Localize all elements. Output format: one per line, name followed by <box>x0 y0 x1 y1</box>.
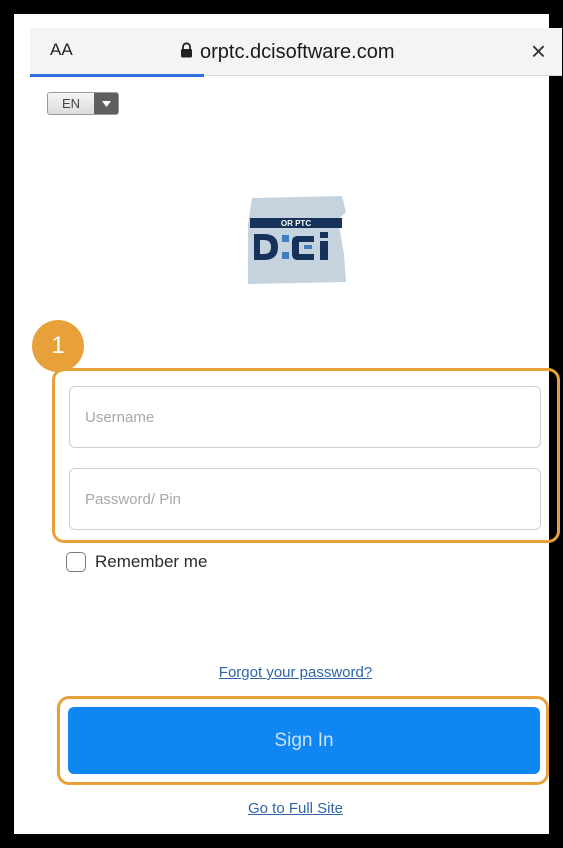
go-to-full-site-link[interactable]: Go to Full Site <box>248 800 343 817</box>
chevron-down-icon <box>94 93 118 114</box>
username-input[interactable] <box>69 386 541 448</box>
screenshot-frame: AA orptc.dcisoftware.com × EN OR PTC 1 U… <box>0 0 563 848</box>
full-site-row: Go to Full Site <box>14 800 563 817</box>
forgot-password-row: Forgot your password? <box>14 664 563 681</box>
close-icon[interactable]: × <box>531 36 546 66</box>
forgot-password-link[interactable]: Forgot your password? <box>219 664 372 681</box>
language-select[interactable]: EN <box>47 92 119 115</box>
text-size-button[interactable]: AA <box>50 40 73 60</box>
password-pin-input[interactable] <box>69 468 541 530</box>
url-text: orptc.dcisoftware.com <box>200 40 395 63</box>
page-load-progress <box>30 74 204 77</box>
lock-icon <box>180 41 193 63</box>
logo-org-label: OR PTC <box>281 219 311 228</box>
remember-me-label: Remember me <box>95 552 208 571</box>
sign-in-button[interactable]: Sign In <box>68 707 540 774</box>
remember-me-row[interactable]: Remember me <box>66 552 207 572</box>
browser-address-bar: AA orptc.dcisoftware.com × <box>30 28 562 76</box>
step-number-badge: 1 <box>32 320 84 372</box>
remember-me-checkbox[interactable] <box>66 552 86 572</box>
dci-logo: OR PTC <box>242 194 354 286</box>
language-selected-value: EN <box>61 96 81 111</box>
url-display[interactable]: orptc.dcisoftware.com <box>180 39 395 65</box>
